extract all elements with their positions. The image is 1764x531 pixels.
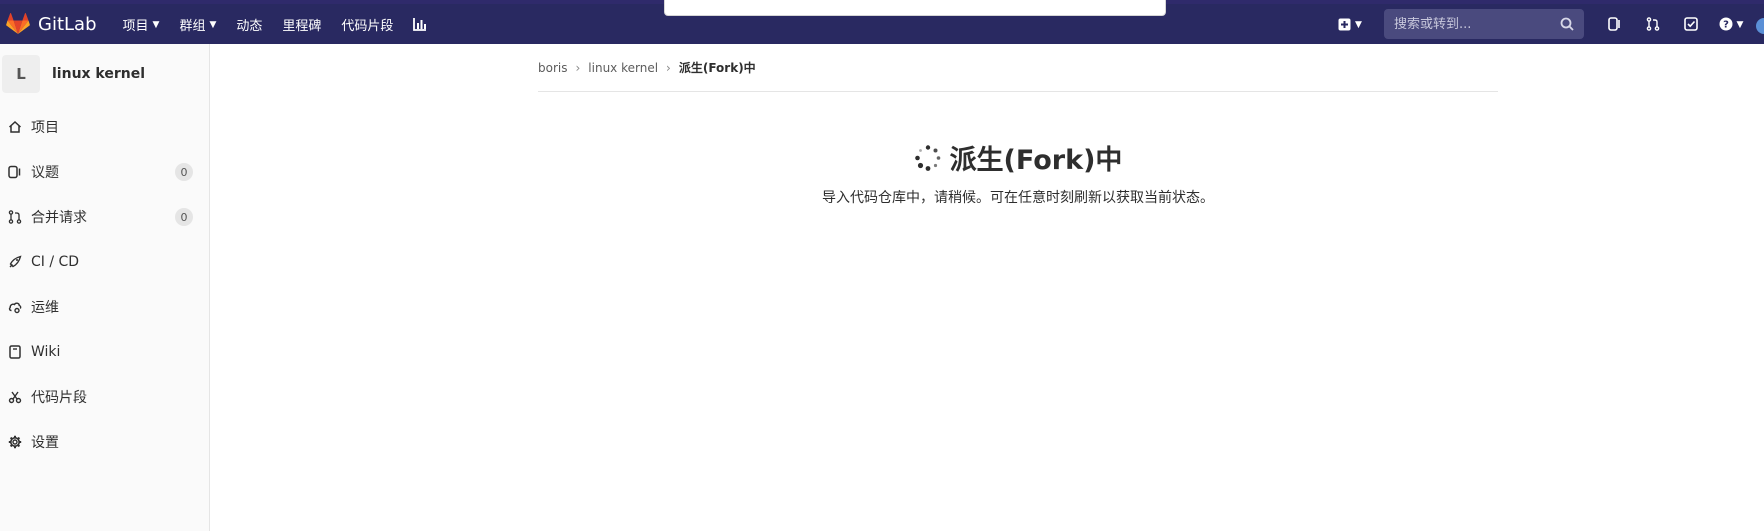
nav-groups-label: 群组 [179,18,206,34]
sidebar-item-label: 运维 [31,299,59,316]
help-dropdown[interactable]: ? ▼ [1710,4,1752,44]
plus-square-icon [1338,18,1351,30]
search-icon [1560,17,1574,31]
breadcrumb: boris › linux kernel › 派生(Fork)中 [538,44,1498,92]
spinner-icon [914,144,940,171]
issues-icon [8,165,21,178]
merge-requests-count-badge: 0 [175,208,193,226]
nav-links: 项目 ▼ 群组 ▼ 动态 里程碑 代码片段 [123,15,448,34]
scissors-icon [8,391,22,403]
issues-nav-button[interactable] [1596,4,1634,44]
sidebar-item-label: 合并请求 [31,209,87,226]
chevron-down-icon: ▼ [1736,20,1744,30]
chevron-down-icon: ▼ [209,20,217,30]
fork-status: 派生(Fork)中 导入代码仓库中，请稍候。可在任意时刻刷新以获取当前状态。 [538,138,1498,207]
breadcrumb-namespace[interactable]: boris [538,61,567,75]
merge-request-icon [8,209,22,224]
nav-chart[interactable] [413,17,427,31]
breadcrumb-current[interactable]: 派生(Fork)中 [679,59,756,76]
fork-description: 导入代码仓库中，请稍候。可在任意时刻刷新以获取当前状态。 [822,190,1214,206]
nav-right: ▼ 搜索或转到... ? ▼ [1332,4,1764,44]
nav-groups[interactable]: 群组 ▼ [179,15,216,34]
sidebar-item-label: 议题 [31,164,59,181]
sidebar-item-project[interactable]: 项目 [0,104,209,149]
nav-activity[interactable]: 动态 [236,15,262,34]
todos-nav-button[interactable] [1672,4,1710,44]
nav-milestones-label: 里程碑 [282,18,322,34]
sidebar-item-cicd[interactable]: CI / CD [0,239,209,284]
sidebar-header[interactable]: L linux kernel [0,44,209,104]
sidebar-item-label: 设置 [31,434,59,451]
home-icon [8,120,22,133]
fork-title-row: 派生(Fork)中 [914,138,1123,177]
gitlab-logo-icon [6,13,30,34]
cloud-gear-icon [8,302,22,313]
gear-icon [8,435,22,448]
rocket-icon [9,255,22,267]
nav-snippets-label: 代码片段 [341,18,394,34]
merge-requests-nav-button[interactable] [1634,4,1672,44]
main-content: boris › linux kernel › 派生(Fork)中 派生(Fork… [538,44,1498,207]
question-circle-icon: ? [1719,17,1733,31]
fork-title: 派生(Fork)中 [949,145,1123,176]
chevron-down-icon: ▼ [152,20,160,30]
merge-request-icon [1646,17,1660,31]
issues-count-badge: 0 [175,163,193,181]
brand-name: GitLab [38,13,97,35]
popup-bar [664,0,1166,16]
chevron-right-icon: › [666,60,671,75]
nav-snippets[interactable]: 代码片段 [341,15,393,34]
breadcrumb-project[interactable]: linux kernel [588,61,658,75]
nav-projects-label: 项目 [122,18,149,34]
search-box[interactable] [1384,9,1584,39]
book-icon [9,344,21,359]
new-dropdown[interactable]: ▼ [1332,4,1368,44]
svg-text:?: ? [1723,20,1729,31]
nav-projects[interactable]: 项目 ▼ [123,15,160,34]
project-sidebar: L linux kernel 项目 议题 0 合并请求 0 CI / CD 运维… [0,44,210,531]
project-name: linux kernel [52,66,146,82]
sidebar-item-wiki[interactable]: Wiki [0,329,209,374]
search-input[interactable] [1394,16,1554,32]
sidebar-item-settings[interactable]: 设置 [0,419,209,464]
sidebar-item-label: Wiki [31,343,61,360]
sidebar-item-issues[interactable]: 议题 0 [0,149,209,194]
sidebar-item-merge-requests[interactable]: 合并请求 0 [0,194,209,239]
nav-milestones[interactable]: 里程碑 [282,15,321,34]
sidebar-item-label: 项目 [31,119,59,136]
todo-check-icon [1684,17,1698,31]
sidebar-item-operations[interactable]: 运维 [0,284,209,329]
chart-icon [413,18,427,31]
sidebar-item-label: 代码片段 [31,389,87,406]
sidebar-item-snippets[interactable]: 代码片段 [0,374,209,419]
nav-activity-label: 动态 [236,18,263,34]
issues-icon [1608,17,1620,31]
sidebar-item-label: CI / CD [31,253,80,270]
chevron-right-icon: › [575,60,581,75]
brand[interactable]: GitLab [6,13,97,35]
chevron-down-icon: ▼ [1355,20,1362,30]
project-avatar: L [2,55,40,93]
